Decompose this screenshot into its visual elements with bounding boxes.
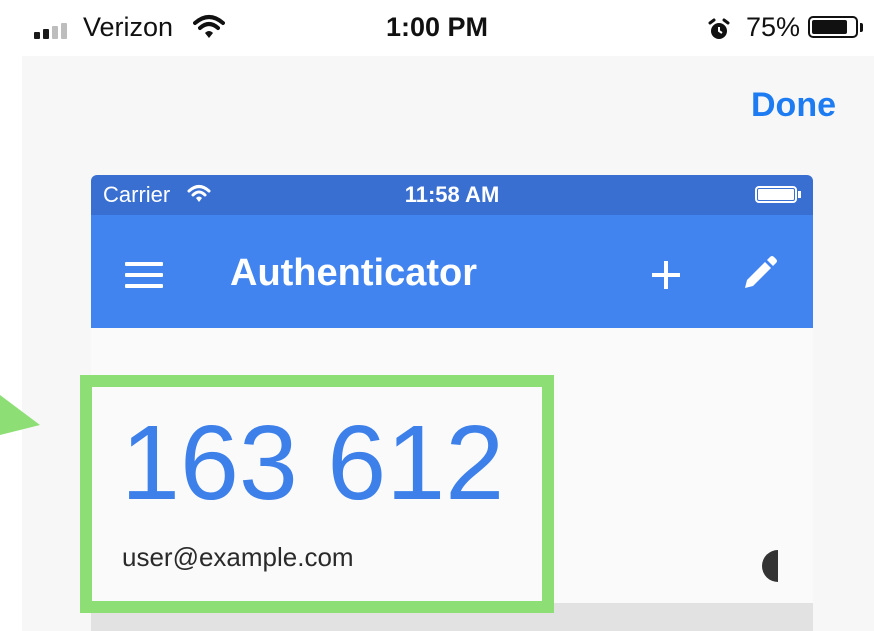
battery-icon xyxy=(808,16,858,38)
app-title: Authenticator xyxy=(230,252,477,294)
verification-code[interactable]: 163 612 xyxy=(121,410,504,516)
battery-icon xyxy=(755,186,797,203)
alarm-icon xyxy=(707,18,731,47)
battery-tip xyxy=(798,191,801,198)
arrow-pointer-icon xyxy=(0,395,40,445)
battery-percent: 75% xyxy=(746,12,801,42)
account-email: user@example.com xyxy=(122,542,354,572)
plus-icon[interactable] xyxy=(649,258,683,292)
device-status-bar: Verizon 1:00 PM 75% xyxy=(0,0,874,56)
clock-time: 1:00 PM xyxy=(385,12,489,42)
pencil-icon[interactable] xyxy=(739,254,779,299)
battery-tip xyxy=(860,23,863,32)
menu-icon[interactable] xyxy=(125,262,163,288)
app-bar: Authenticator xyxy=(91,215,813,328)
done-button[interactable]: Done xyxy=(751,86,836,125)
timer-icon xyxy=(758,550,778,582)
inner-clock-time: 11:58 AM xyxy=(404,182,500,207)
inner-status-bar: Carrier 11:58 AM xyxy=(91,175,813,215)
